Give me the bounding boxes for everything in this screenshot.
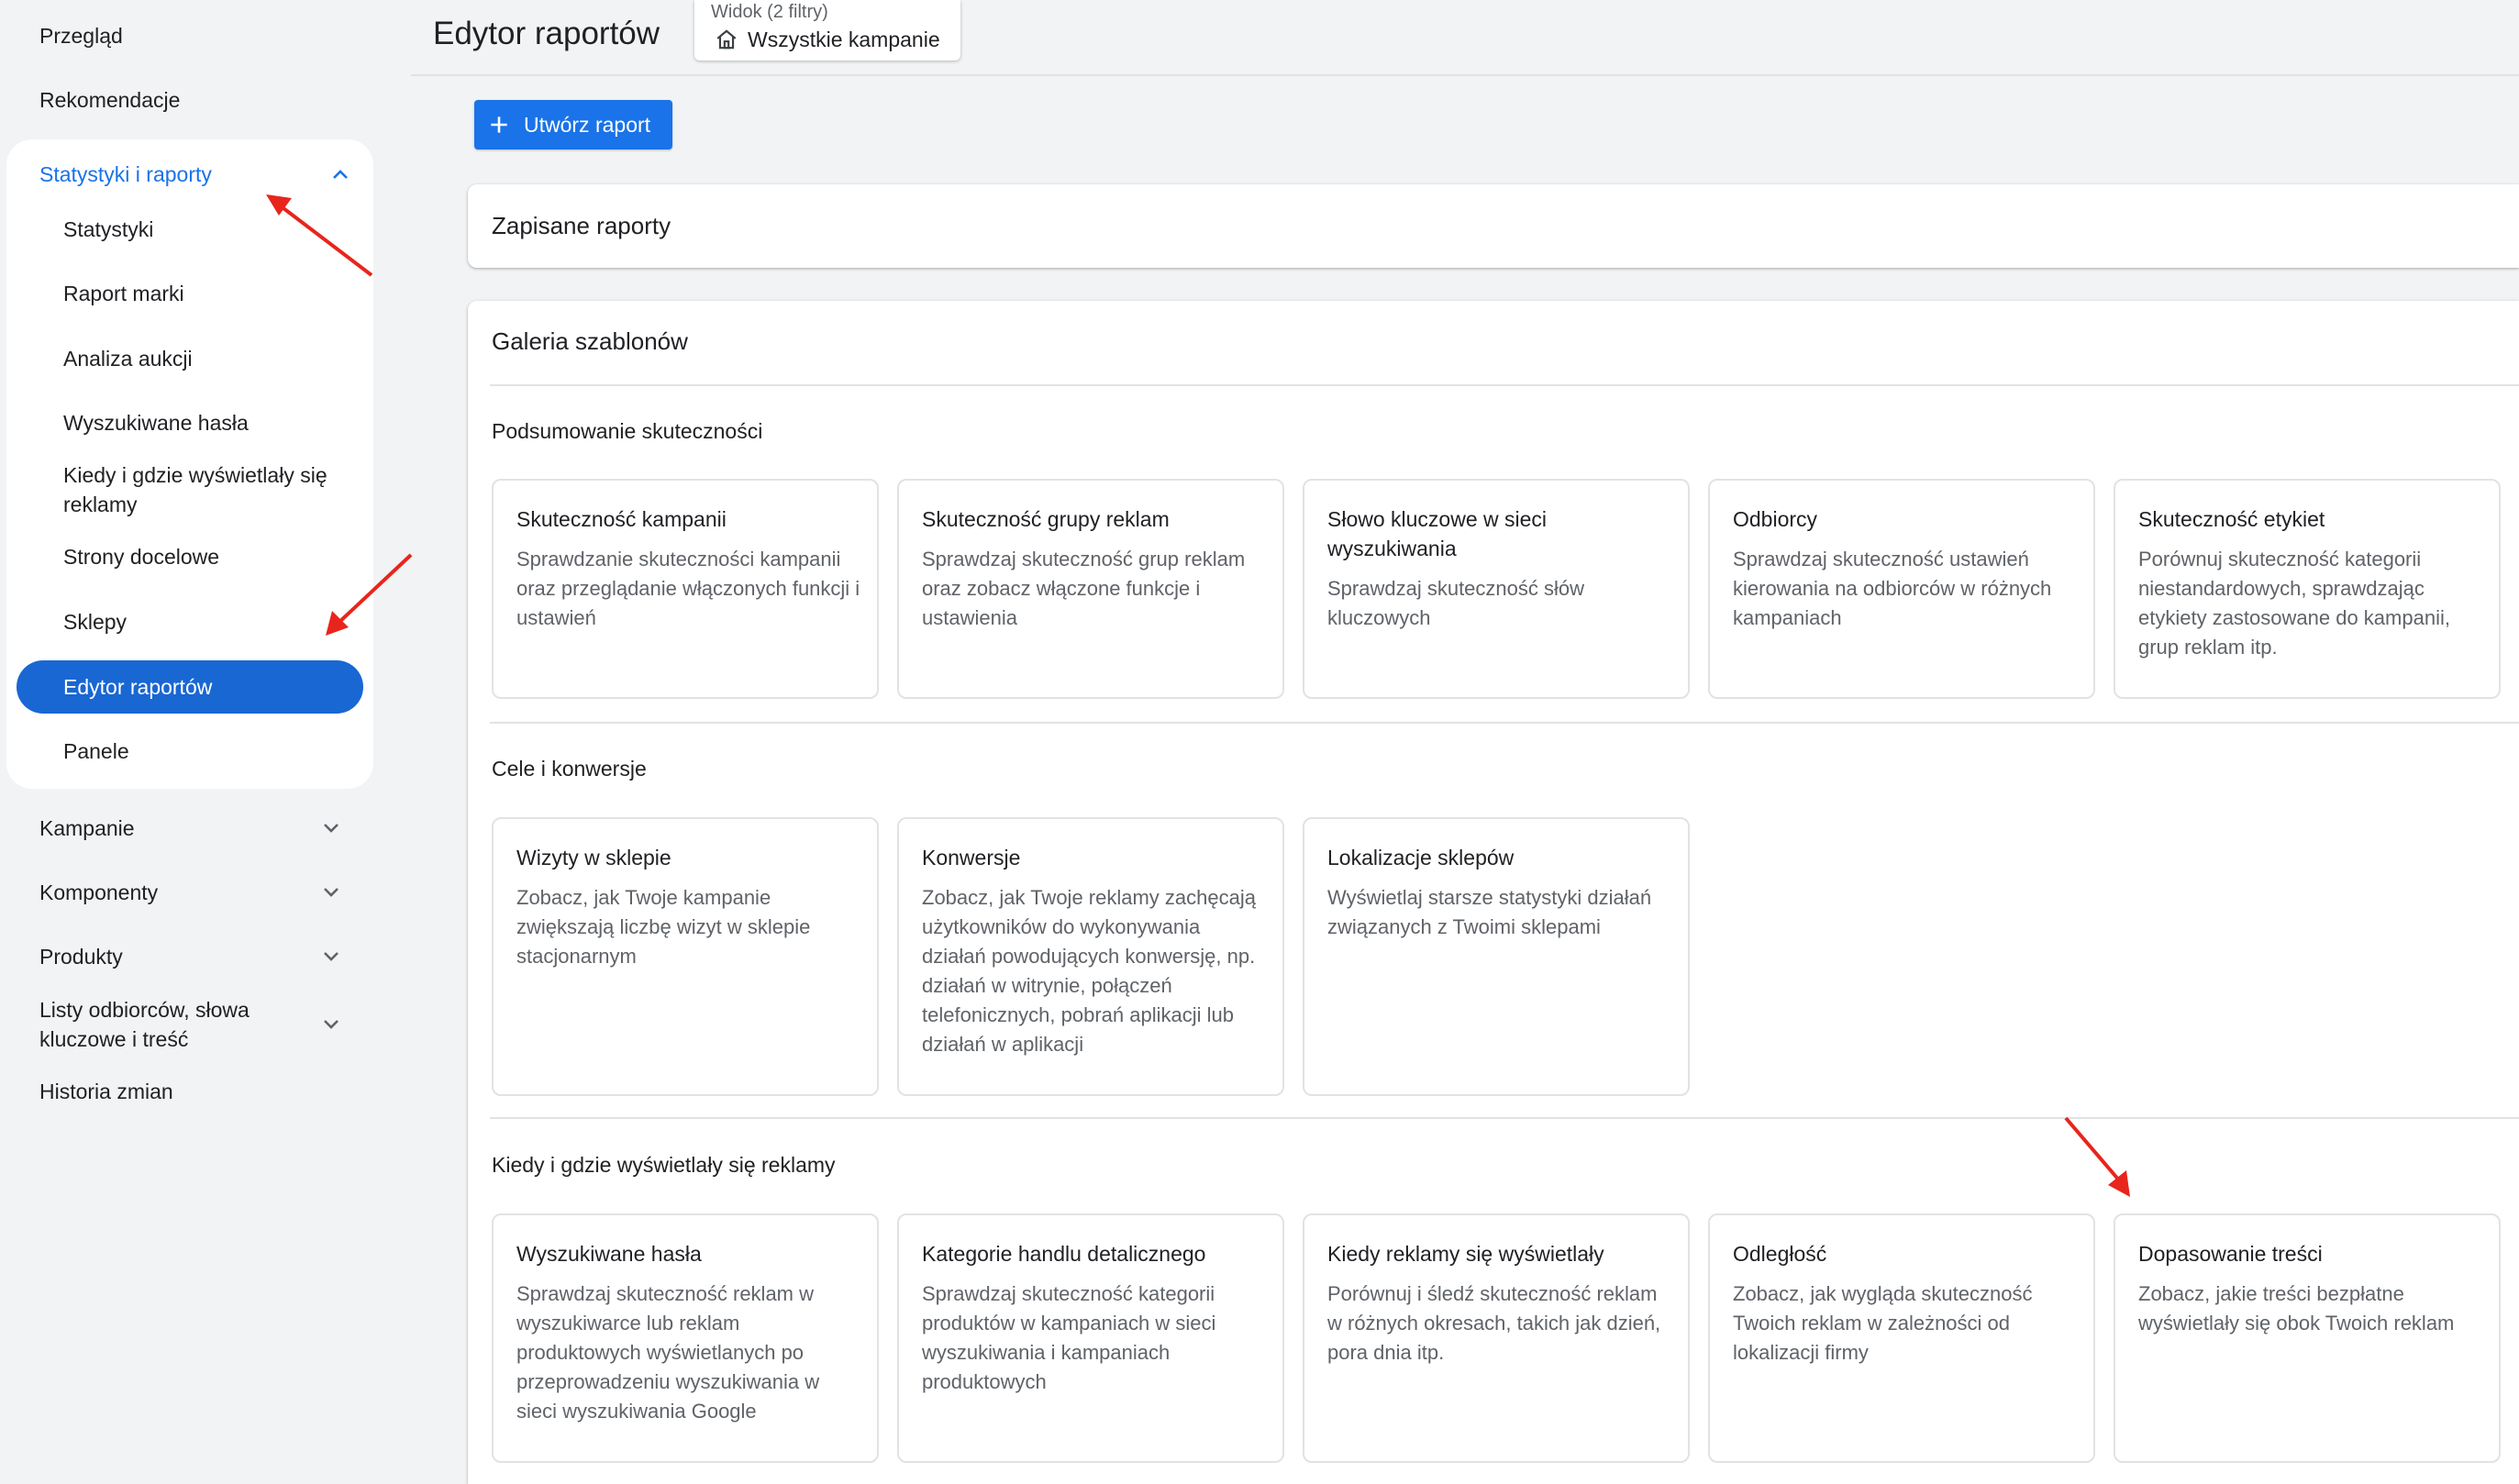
nav-item-recommendations[interactable]: Rekomendacje [39,82,180,118]
template-card-description: Sprawdzaj skuteczność ustawień kierowani… [1733,548,2052,629]
template-card-title: Kiedy reklamy się wyświetlały [1327,1242,1604,1266]
template-card-title: Wyszukiwane hasła [516,1242,702,1266]
nav-subitem-statystyki[interactable]: Statystyki [63,215,153,244]
nav-item-listy-odbiorcow-label: Listy odbiorców, słowa kluczowe i treść [39,998,250,1051]
template-card-title: Wizyty w sklepie [516,846,671,869]
nav-item-listy-odbiorcow[interactable]: Listy odbiorców, słowa kluczowe i treść [39,995,342,1054]
template-card-title: Odbiorcy [1733,507,1818,531]
template-card-title: Skuteczność grupy reklam [922,507,1170,531]
template-card[interactable]: Słowo kluczowe w sieci wyszukiwania Spra… [1303,479,1690,699]
template-card-title: Skuteczność kampanii [516,507,727,531]
template-card-description: Sprawdzaj skuteczność grup reklam oraz z… [922,548,1246,629]
section-title-cele-i-konwersje: Cele i konwersje [492,757,647,781]
chevron-down-icon [324,824,338,833]
page-title: Edytor raportów [433,16,660,51]
template-card-title: Skuteczność etykiet [2138,507,2325,531]
nav-subitem-strony-docelowe[interactable]: Strony docelowe [63,542,219,571]
nav-item-historia-zmian[interactable]: Historia zmian [39,1077,342,1106]
template-card[interactable]: Dopasowanie treści Zobacz, jakie treści … [2114,1213,2501,1463]
header-divider [411,74,2519,76]
divider [490,722,2519,724]
template-card-title: Słowo kluczowe w sieci wyszukiwania [1327,507,1548,560]
nav-subitem-sklepy[interactable]: Sklepy [63,607,127,637]
chevron-up-icon [333,170,348,179]
nav-item-produkty[interactable]: Produkty [39,942,342,971]
template-card-description: Zobacz, jak wygląda skuteczność Twoich r… [1733,1282,2033,1364]
view-value: Wszystkie kampanie [748,28,940,51]
template-card-description: Zobacz, jak Twoje kampanie zwiększają li… [516,886,811,968]
template-card-description: Zobacz, jakie treści bezpłatne wyświetla… [2138,1282,2455,1334]
nav-item-overview[interactable]: Przegląd [39,17,123,54]
template-card-title: Dopasowanie treści [2138,1242,2323,1266]
nav-item-komponenty-label: Komponenty [39,880,159,904]
home-icon [716,29,737,50]
template-card-description: Zobacz, jak Twoje reklamy zachęcają użyt… [922,886,1256,1056]
chevron-down-icon [324,952,338,961]
create-report-button[interactable]: Utwórz raport [474,100,672,150]
template-card[interactable]: Lokalizacje sklepów Wyświetlaj starsze s… [1303,817,1690,1096]
nav-subitem-panele[interactable]: Panele [63,736,129,766]
nav-subitem-kiedy-i-gdzie[interactable]: Kiedy i gdzie wyświetlały się reklamy [63,460,357,519]
template-card[interactable]: Wyszukiwane hasła Sprawdzaj skuteczność … [492,1213,879,1463]
template-card-description: Sprawdzanie skuteczności kampanii oraz p… [516,548,860,629]
nav-subitem-analiza-aukcji[interactable]: Analiza aukcji [63,344,193,373]
nav-item-komponenty[interactable]: Komponenty [39,878,342,907]
template-card-title: Odległość [1733,1242,1827,1266]
divider [490,384,2519,386]
chevron-down-icon [324,1020,338,1029]
template-card-title: Kategorie handlu detalicznego [922,1242,1206,1266]
template-card[interactable]: Skuteczność kampanii Sprawdzanie skutecz… [492,479,879,699]
template-card[interactable]: Wizyty w sklepie Zobacz, jak Twoje kampa… [492,817,879,1096]
nav-group-stats-reports: Statystyki i raporty Statystyki Raport m… [6,139,373,789]
template-card[interactable]: Skuteczność etykiet Porównuj skuteczność… [2114,479,2501,699]
template-card[interactable]: Odległość Zobacz, jak wygląda skutecznoś… [1708,1213,2095,1463]
template-gallery-title: Galeria szablonów [492,327,688,355]
nav-subitem-raport-marki[interactable]: Raport marki [63,279,184,308]
view-selector[interactable]: Widok (2 filtry) Wszystkie kampanie [694,0,960,61]
plus-icon [491,116,507,133]
saved-reports-panel: Zapisane raporty [468,184,2519,268]
nav-subitem-wyszukiwane-hasla[interactable]: Wyszukiwane hasła [63,408,249,437]
sidebar: Przegląd Rekomendacje Statystyki i rapor… [0,0,385,1484]
template-card-description: Porównuj i śledź skuteczność reklam w ró… [1327,1282,1661,1364]
template-card-description: Sprawdzaj skuteczność kategorii produktó… [922,1282,1216,1393]
section-title-podsumowanie: Podsumowanie skuteczności [492,419,763,443]
template-card-description: Porównuj skuteczność kategorii niestanda… [2138,548,2450,659]
template-card[interactable]: Kiedy reklamy się wyświetlały Porównuj i… [1303,1213,1690,1463]
nav-item-stats-reports-label: Statystyki i raporty [39,162,212,186]
template-gallery-panel: Galeria szablonów Podsumowanie skuteczno… [468,301,2519,1484]
template-card[interactable]: Konwersje Zobacz, jak Twoje reklamy zach… [897,817,1284,1096]
nav-item-kampanie-label: Kampanie [39,816,135,840]
chevron-down-icon [324,888,338,897]
view-filter-count: Widok (2 filtry) [711,2,828,22]
divider [490,1117,2519,1119]
nav-subitem-edytor-raportow[interactable]: Edytor raportów [17,660,363,714]
create-report-label: Utwórz raport [524,113,651,137]
template-card-description: Wyświetlaj starsze statystyki działań zw… [1327,886,1652,938]
template-card-description: Sprawdzaj skuteczność reklam w wyszukiwa… [516,1282,820,1423]
nav-subitem-edytor-raportow-label: Edytor raportów [63,675,213,699]
nav-item-kampanie[interactable]: Kampanie [39,814,342,843]
template-card-description: Sprawdzaj skuteczność słów kluczowych [1327,577,1585,629]
nav-item-produkty-label: Produkty [39,945,123,969]
template-card[interactable]: Odbiorcy Sprawdzaj skuteczność ustawień … [1708,479,2095,699]
template-card-title: Konwersje [922,846,1021,869]
saved-reports-title[interactable]: Zapisane raporty [492,184,671,268]
template-card[interactable]: Skuteczność grupy reklam Sprawdzaj skute… [897,479,1284,699]
nav-item-stats-reports[interactable]: Statystyki i raporty [39,156,351,193]
template-card-title: Lokalizacje sklepów [1327,846,1515,869]
section-title-kiedy-i-gdzie: Kiedy i gdzie wyświetlały się reklamy [492,1153,836,1177]
template-card[interactable]: Kategorie handlu detalicznego Sprawdzaj … [897,1213,1284,1463]
